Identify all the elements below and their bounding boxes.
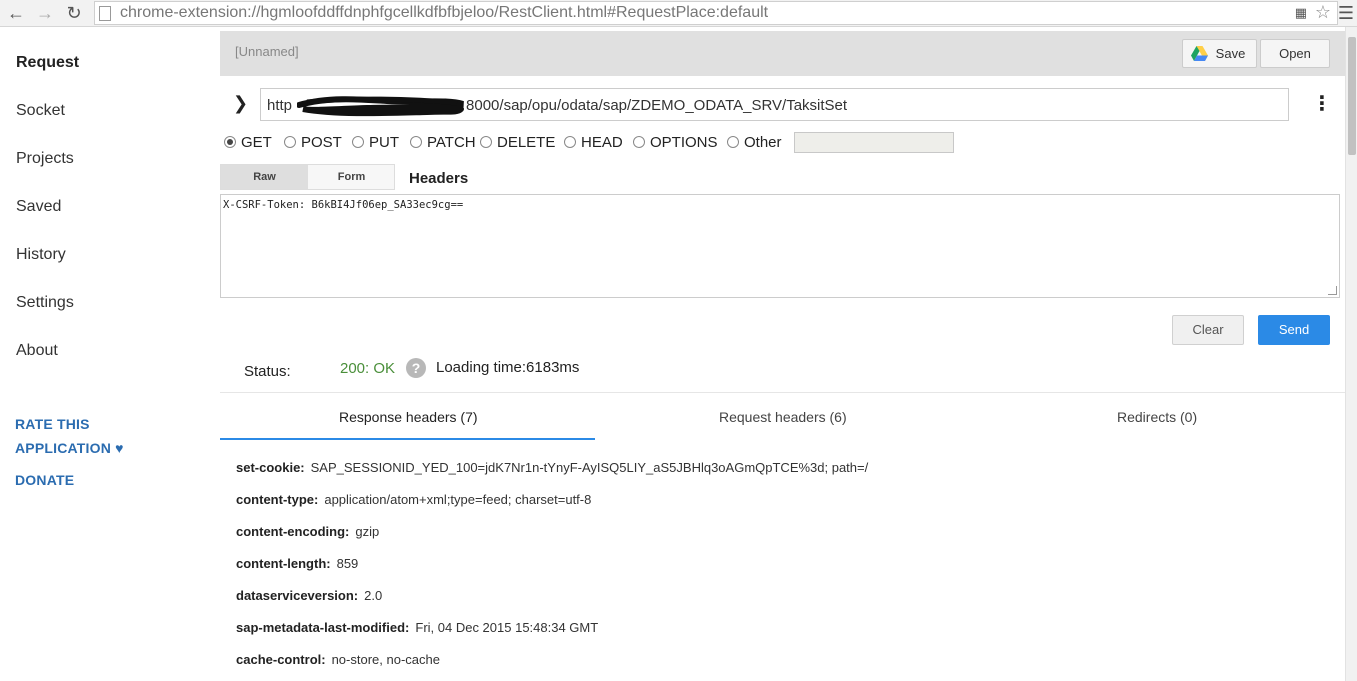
tab-request-headers[interactable]: Request headers (6): [719, 409, 847, 425]
send-button[interactable]: Send: [1258, 315, 1330, 345]
header-row: content-type: application/atom+xml;type=f…: [236, 492, 592, 507]
method-head[interactable]: HEAD: [564, 134, 623, 151]
open-button[interactable]: Open: [1260, 39, 1330, 68]
radio-put[interactable]: [352, 136, 364, 148]
method-get[interactable]: GET: [224, 134, 272, 151]
radio-other[interactable]: [727, 136, 739, 148]
save-button[interactable]: Save: [1182, 39, 1257, 68]
browser-toolbar: ← → ↻ chrome-extension://hgmloofddffdnph…: [0, 0, 1357, 27]
header-row: cache-control: no-store, no-cache: [236, 652, 440, 667]
header-row: set-cookie: SAP_SESSIONID_YED_100=jdK7Nr1…: [236, 460, 869, 475]
tab-raw[interactable]: Raw: [221, 165, 308, 189]
rate-app-link-line1[interactable]: RATE THIS: [15, 416, 90, 432]
method-delete[interactable]: DELETE: [480, 134, 555, 151]
request-name-bar: [Unnamed] Save Open: [220, 31, 1345, 76]
back-arrow-icon[interactable]: ←: [6, 3, 26, 23]
radio-head[interactable]: [564, 136, 576, 148]
clear-button[interactable]: Clear: [1172, 315, 1244, 345]
radio-patch[interactable]: [410, 136, 422, 148]
method-put[interactable]: PUT: [352, 134, 399, 151]
donate-link[interactable]: DONATE: [15, 472, 74, 488]
sidebar-item-socket[interactable]: Socket: [16, 102, 65, 120]
reload-icon[interactable]: ↻: [64, 3, 84, 23]
active-tab-indicator: [220, 438, 595, 440]
redaction-scribble: [297, 96, 464, 117]
radio-get[interactable]: [224, 136, 236, 148]
tab-redirects[interactable]: Redirects (0): [1117, 409, 1197, 425]
editor-tabs: Raw Form: [220, 164, 395, 190]
address-url[interactable]: chrome-extension://hgmloofddffdnphfgcell…: [120, 4, 768, 22]
loading-time: Loading time:6183ms: [436, 359, 580, 376]
status-label: Status:: [244, 363, 291, 380]
chevron-right-icon[interactable]: ❯: [233, 93, 248, 114]
header-row: dataserviceversion: 2.0: [236, 588, 383, 603]
radio-post[interactable]: [284, 136, 296, 148]
request-name-field[interactable]: [Unnamed]: [235, 44, 299, 59]
method-other[interactable]: Other: [727, 134, 782, 151]
bookmark-star-icon[interactable]: ☆: [1315, 2, 1331, 23]
method-post[interactable]: POST: [284, 134, 342, 151]
divider: [220, 392, 1345, 393]
google-drive-icon: [1191, 46, 1208, 61]
header-row: sap-metadata-last-modified: Fri, 04 Dec 2…: [236, 620, 599, 635]
rate-app-link-line2[interactable]: APPLICATION ♥: [15, 440, 124, 456]
more-vert-icon[interactable]: ⋮: [1312, 94, 1332, 114]
method-options[interactable]: OPTIONS: [633, 134, 718, 151]
sidebar-item-projects[interactable]: Projects: [16, 150, 74, 168]
save-label: Save: [1215, 46, 1246, 61]
sidebar: Request Socket Projects Saved History Se…: [0, 27, 220, 681]
sidebar-item-history[interactable]: History: [16, 246, 66, 264]
page-icon: [99, 6, 111, 21]
browser-menu-icon[interactable]: ☰: [1338, 3, 1354, 24]
request-url-input[interactable]: http 8000/sap/opu/odata/sap/ZDEMO_ODATA_S…: [260, 88, 1289, 121]
scrollbar-thumb[interactable]: [1348, 37, 1356, 155]
header-row: content-length: 859: [236, 556, 359, 571]
address-bar[interactable]: chrome-extension://hgmloofddffdnphfgcell…: [94, 1, 1338, 25]
sidebar-item-settings[interactable]: Settings: [16, 294, 74, 312]
translate-icon[interactable]: ▦: [1295, 5, 1307, 21]
help-icon[interactable]: ?: [406, 358, 426, 378]
headers-textarea[interactable]: X-CSRF-Token: B6kBI4Jf06ep_SA33ec9cg==: [220, 194, 1340, 298]
forward-arrow-icon[interactable]: →: [35, 3, 55, 23]
page-scrollbar[interactable]: [1345, 27, 1357, 681]
header-row: content-encoding: gzip: [236, 524, 380, 539]
tab-response-headers[interactable]: Response headers (7): [339, 409, 478, 425]
headers-text: X-CSRF-Token: B6kBI4Jf06ep_SA33ec9cg==: [223, 199, 464, 211]
method-patch[interactable]: PATCH: [410, 134, 476, 151]
status-value: 200: OK: [340, 360, 396, 377]
resize-handle[interactable]: [1328, 286, 1337, 295]
sidebar-item-saved[interactable]: Saved: [16, 198, 61, 216]
sidebar-item-request[interactable]: Request: [16, 54, 79, 72]
sidebar-item-about[interactable]: About: [16, 342, 58, 360]
tab-form[interactable]: Form: [308, 165, 395, 189]
headers-heading: Headers: [409, 170, 469, 187]
other-method-input[interactable]: [794, 132, 954, 153]
radio-delete[interactable]: [480, 136, 492, 148]
radio-options[interactable]: [633, 136, 645, 148]
